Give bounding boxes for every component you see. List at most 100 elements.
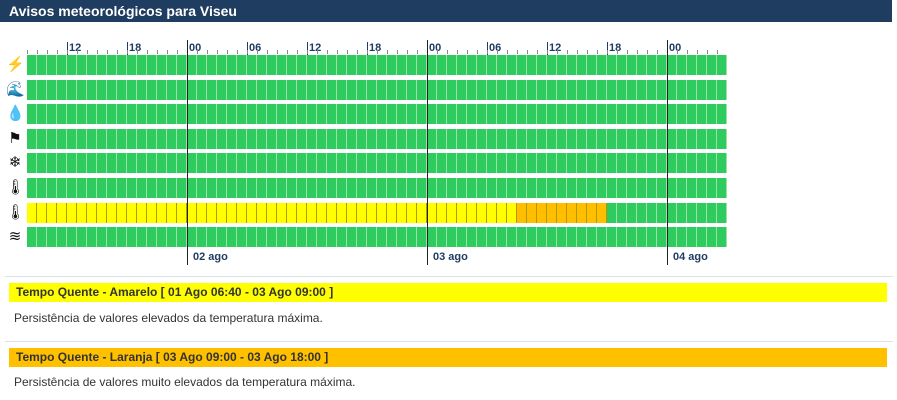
time-slot-cell[interactable] bbox=[557, 79, 567, 100]
time-slot-cell[interactable] bbox=[607, 79, 617, 100]
time-slot-cell[interactable] bbox=[277, 202, 287, 223]
time-slot-cell[interactable] bbox=[547, 55, 557, 75]
time-slot-cell[interactable] bbox=[37, 153, 47, 174]
time-slot-cell[interactable] bbox=[427, 202, 437, 223]
time-slot-cell[interactable] bbox=[587, 153, 597, 174]
time-slot-cell[interactable] bbox=[497, 79, 507, 100]
time-slot-cell[interactable] bbox=[307, 202, 317, 223]
time-slot-cell[interactable] bbox=[647, 227, 657, 248]
time-slot-cell[interactable] bbox=[287, 153, 297, 174]
time-slot-cell[interactable] bbox=[697, 79, 707, 100]
time-slot-cell[interactable] bbox=[557, 104, 567, 125]
time-slot-cell[interactable] bbox=[437, 104, 447, 125]
time-slot-cell[interactable] bbox=[407, 128, 417, 149]
time-slot-cell[interactable] bbox=[647, 55, 657, 75]
time-slot-cell[interactable] bbox=[427, 227, 437, 248]
time-slot-cell[interactable] bbox=[517, 178, 527, 198]
time-slot-cell[interactable] bbox=[57, 104, 67, 125]
time-slot-cell[interactable] bbox=[677, 104, 687, 125]
time-slot-cell[interactable] bbox=[327, 55, 337, 75]
time-slot-cell[interactable] bbox=[187, 79, 197, 100]
time-slot-cell[interactable] bbox=[87, 79, 97, 100]
time-slot-cell[interactable] bbox=[87, 227, 97, 248]
time-slot-cell[interactable] bbox=[127, 202, 137, 223]
time-slot-cell[interactable] bbox=[127, 227, 137, 248]
time-slot-cell[interactable] bbox=[97, 202, 107, 223]
time-slot-cell[interactable] bbox=[357, 153, 367, 174]
time-slot-cell[interactable] bbox=[457, 227, 467, 248]
time-slot-cell[interactable] bbox=[247, 227, 257, 248]
time-slot-cell[interactable] bbox=[337, 227, 347, 248]
time-slot-cell[interactable] bbox=[617, 55, 627, 75]
time-slot-cell[interactable] bbox=[567, 79, 577, 100]
time-slot-cell[interactable] bbox=[647, 202, 657, 223]
time-slot-cell[interactable] bbox=[557, 227, 567, 248]
time-slot-cell[interactable] bbox=[197, 128, 207, 149]
time-slot-cell[interactable] bbox=[717, 153, 727, 174]
time-slot-cell[interactable] bbox=[617, 128, 627, 149]
time-slot-cell[interactable] bbox=[437, 79, 447, 100]
time-slot-cell[interactable] bbox=[167, 202, 177, 223]
time-slot-cell[interactable] bbox=[697, 128, 707, 149]
time-slot-cell[interactable] bbox=[287, 104, 297, 125]
time-slot-cell[interactable] bbox=[577, 104, 587, 125]
time-slot-cell[interactable] bbox=[117, 202, 127, 223]
time-slot-cell[interactable] bbox=[417, 153, 427, 174]
time-slot-cell[interactable] bbox=[237, 55, 247, 75]
time-slot-cell[interactable] bbox=[657, 104, 667, 125]
time-slot-cell[interactable] bbox=[367, 202, 377, 223]
time-slot-cell[interactable] bbox=[137, 104, 147, 125]
time-slot-cell[interactable] bbox=[437, 202, 447, 223]
time-slot-cell[interactable] bbox=[697, 227, 707, 248]
time-slot-cell[interactable] bbox=[627, 153, 637, 174]
time-slot-cell[interactable] bbox=[27, 104, 37, 125]
time-slot-cell[interactable] bbox=[697, 153, 707, 174]
time-slot-cell[interactable] bbox=[597, 202, 607, 223]
time-slot-cell[interactable] bbox=[427, 104, 437, 125]
time-slot-cell[interactable] bbox=[317, 104, 327, 125]
time-slot-cell[interactable] bbox=[137, 153, 147, 174]
time-slot-cell[interactable] bbox=[527, 128, 537, 149]
time-slot-cell[interactable] bbox=[497, 55, 507, 75]
time-slot-cell[interactable] bbox=[567, 55, 577, 75]
time-slot-cell[interactable] bbox=[117, 104, 127, 125]
time-slot-cell[interactable] bbox=[637, 128, 647, 149]
time-slot-cell[interactable] bbox=[707, 227, 717, 248]
time-slot-cell[interactable] bbox=[487, 153, 497, 174]
time-slot-cell[interactable] bbox=[567, 128, 577, 149]
time-slot-cell[interactable] bbox=[567, 178, 577, 198]
time-slot-cell[interactable] bbox=[657, 202, 667, 223]
time-slot-cell[interactable] bbox=[127, 178, 137, 198]
time-slot-cell[interactable] bbox=[187, 55, 197, 75]
time-slot-cell[interactable] bbox=[107, 104, 117, 125]
time-slot-cell[interactable] bbox=[377, 55, 387, 75]
time-slot-cell[interactable] bbox=[677, 55, 687, 75]
time-slot-cell[interactable] bbox=[37, 128, 47, 149]
time-slot-cell[interactable] bbox=[257, 153, 267, 174]
time-slot-cell[interactable] bbox=[717, 227, 727, 248]
time-slot-cell[interactable] bbox=[147, 104, 157, 125]
time-slot-cell[interactable] bbox=[127, 128, 137, 149]
time-slot-cell[interactable] bbox=[247, 55, 257, 75]
time-slot-cell[interactable] bbox=[197, 153, 207, 174]
time-slot-cell[interactable] bbox=[687, 79, 697, 100]
time-slot-cell[interactable] bbox=[637, 79, 647, 100]
time-slot-cell[interactable] bbox=[647, 153, 657, 174]
time-slot-cell[interactable] bbox=[327, 104, 337, 125]
time-slot-cell[interactable] bbox=[157, 128, 167, 149]
time-slot-cell[interactable] bbox=[377, 128, 387, 149]
time-slot-cell[interactable] bbox=[127, 79, 137, 100]
time-slot-cell[interactable] bbox=[167, 79, 177, 100]
time-slot-cell[interactable] bbox=[197, 227, 207, 248]
time-slot-cell[interactable] bbox=[297, 202, 307, 223]
time-slot-cell[interactable] bbox=[387, 55, 397, 75]
time-slot-cell[interactable] bbox=[347, 55, 357, 75]
time-slot-cell[interactable] bbox=[27, 227, 37, 248]
time-slot-cell[interactable] bbox=[267, 104, 277, 125]
time-slot-cell[interactable] bbox=[597, 79, 607, 100]
time-slot-cell[interactable] bbox=[387, 202, 397, 223]
time-slot-cell[interactable] bbox=[107, 79, 117, 100]
time-slot-cell[interactable] bbox=[207, 55, 217, 75]
time-slot-cell[interactable] bbox=[77, 227, 87, 248]
time-slot-cell[interactable] bbox=[177, 104, 187, 125]
